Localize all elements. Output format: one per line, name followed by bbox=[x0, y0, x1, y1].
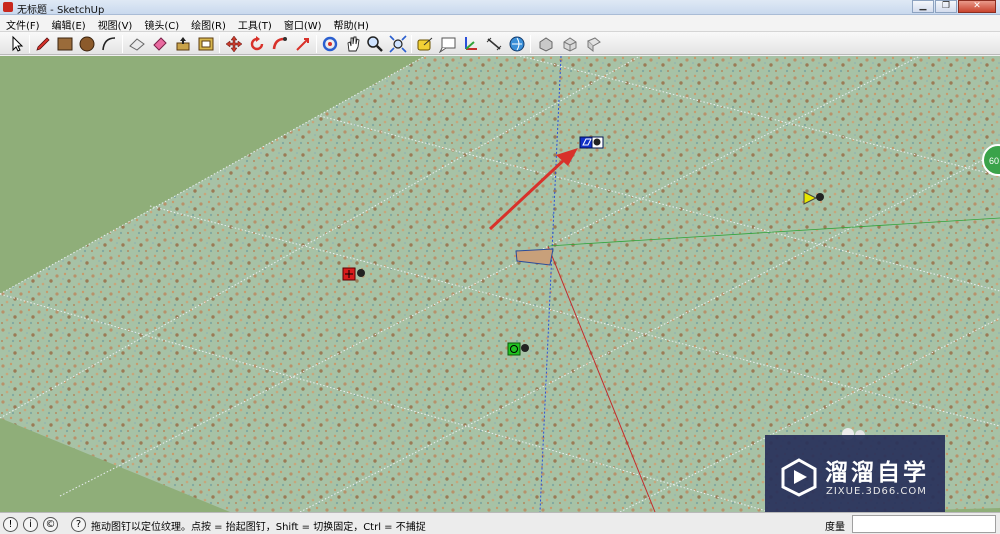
tape-measure-icon[interactable] bbox=[416, 35, 434, 53]
side-badge-text: 60 bbox=[989, 156, 999, 166]
styles-icon[interactable] bbox=[585, 35, 603, 53]
zoom-icon[interactable] bbox=[366, 35, 384, 53]
text-icon[interactable] bbox=[439, 35, 457, 53]
menu-view[interactable]: 视图(V) bbox=[92, 15, 139, 32]
menu-camera[interactable]: 镜头(C) bbox=[138, 15, 185, 32]
measurements-input[interactable] bbox=[852, 515, 996, 533]
watermark-play-icon bbox=[779, 457, 819, 497]
follow-me-icon[interactable] bbox=[271, 35, 289, 53]
status-bar: ! i © ? 拖动图钉以定位纹理。点按 = 抬起图钉，Shift = 切换固定… bbox=[0, 512, 1000, 534]
share-model-icon[interactable] bbox=[537, 35, 555, 53]
eraser-icon[interactable] bbox=[128, 35, 146, 53]
menu-draw[interactable]: 绘图(R) bbox=[185, 15, 232, 32]
close-button[interactable]: ✕ bbox=[958, 0, 996, 13]
paint-bucket-icon[interactable] bbox=[151, 35, 169, 53]
push-pull-icon[interactable] bbox=[174, 35, 192, 53]
menu-edit[interactable]: 编辑(E) bbox=[46, 15, 92, 32]
scale-icon[interactable] bbox=[294, 35, 312, 53]
watermark-title: 溜溜自学 bbox=[825, 460, 929, 486]
title-bar: 无标题 - SketchUp ▁ ❐ ✕ bbox=[0, 0, 1000, 16]
pencil-icon[interactable] bbox=[34, 35, 52, 53]
geo-location-icon[interactable]: ! bbox=[3, 517, 18, 532]
axes-icon[interactable] bbox=[462, 35, 480, 53]
status-hint: 拖动图钉以定位纹理。点按 = 抬起图钉，Shift = 切换固定，Ctrl = … bbox=[91, 522, 426, 533]
scale-shear-pin[interactable] bbox=[579, 136, 604, 149]
orbit-icon[interactable] bbox=[321, 35, 339, 53]
select-icon[interactable] bbox=[8, 35, 26, 53]
menu-file[interactable]: 文件(F) bbox=[0, 15, 46, 32]
measurements-label: 度量 bbox=[825, 522, 845, 533]
menu-window[interactable]: 窗口(W) bbox=[278, 15, 328, 32]
maximize-button[interactable]: ❐ bbox=[935, 0, 957, 13]
arc-icon[interactable] bbox=[100, 35, 118, 53]
components-icon[interactable] bbox=[561, 35, 579, 53]
pan-icon[interactable] bbox=[344, 35, 362, 53]
menu-bar: 文件(F) 编辑(E) 视图(V) 镜头(C) 绘图(R) 工具(T) 窗口(W… bbox=[0, 15, 1000, 32]
window-controls: ▁ ❐ ✕ bbox=[911, 0, 996, 14]
main-toolbar bbox=[0, 31, 1000, 55]
move-icon[interactable] bbox=[225, 35, 243, 53]
copyright-icon[interactable]: © bbox=[43, 517, 58, 532]
rotate-icon[interactable] bbox=[248, 35, 266, 53]
dimension-icon[interactable] bbox=[485, 35, 503, 53]
menu-help[interactable]: 帮助(H) bbox=[328, 15, 375, 32]
rectangle-icon[interactable] bbox=[56, 35, 74, 53]
credits-icon[interactable]: i bbox=[23, 517, 38, 532]
watermark-url: ZIXUE.3D66.COM bbox=[826, 486, 927, 497]
get-models-icon[interactable] bbox=[508, 35, 526, 53]
sketchup-logo-icon bbox=[3, 2, 13, 12]
help-icon[interactable]: ? bbox=[71, 517, 86, 532]
menu-tools[interactable]: 工具(T) bbox=[232, 15, 278, 32]
circle-icon[interactable] bbox=[78, 35, 96, 53]
zoom-extents-icon[interactable] bbox=[389, 35, 407, 53]
offset-icon[interactable] bbox=[197, 35, 215, 53]
minimize-button[interactable]: ▁ bbox=[912, 0, 934, 13]
window-title: 无标题 - SketchUp bbox=[17, 5, 105, 16]
watermark: 溜溜自学 ZIXUE.3D66.COM bbox=[765, 435, 945, 512]
model-viewport[interactable]: 60 溜溜自学 ZIXUE.3D66.COM bbox=[0, 56, 1000, 512]
